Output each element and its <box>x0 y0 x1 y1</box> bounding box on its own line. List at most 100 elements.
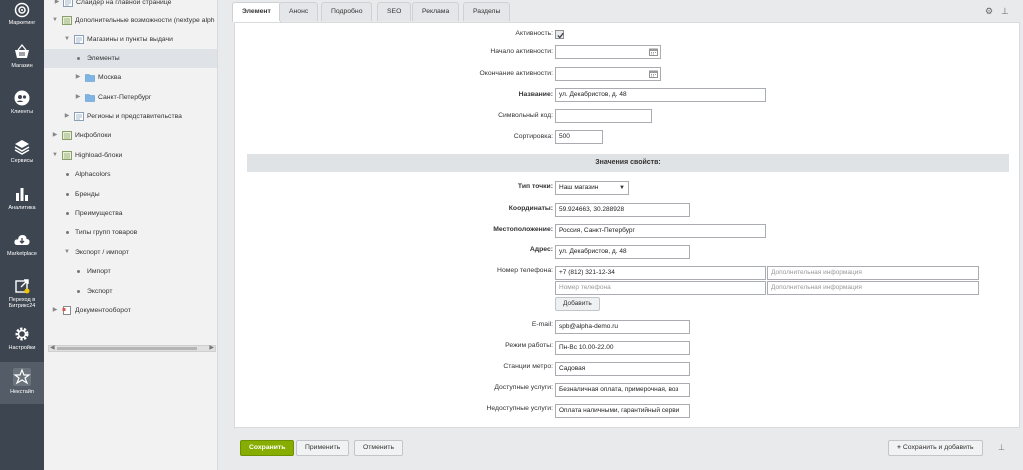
cancel-button[interactable]: Отменить <box>354 440 404 456</box>
services-input[interactable]: Безналичная оплата, примерочная, воз <box>555 383 690 397</box>
scrollbar-thumb[interactable] <box>57 347 197 350</box>
code-input[interactable] <box>555 109 652 123</box>
address-input[interactable]: ул. Декабристов, д. 48 <box>555 245 690 259</box>
phone-info-input[interactable]: Дополнительная информация <box>767 266 979 280</box>
tree-item-label: Москва <box>98 74 122 81</box>
calendar-icon[interactable] <box>649 70 658 78</box>
collapse-arrow-icon[interactable]: ▼ <box>63 243 71 262</box>
iblock-tree-panel: ▶ Слайдер на главной странице ▼ Дополнит… <box>44 0 218 470</box>
rail-item-clients[interactable]: Клиенты <box>0 86 44 122</box>
target-icon <box>14 2 30 18</box>
rail-item-bitrix24[interactable]: Переход в Битрикс24 <box>0 274 44 316</box>
hours-input[interactable]: Пн-Вс 10.00-22.00 <box>555 341 690 355</box>
expand-arrow-icon[interactable]: ▶ <box>63 107 71 126</box>
name-input[interactable]: ул. Декабристов, д. 48 <box>555 88 766 102</box>
address-value: ул. Декабристов, д. 48 <box>559 248 627 255</box>
rail-label: Аналитика <box>8 205 36 211</box>
rail-label: Магазин <box>11 63 33 69</box>
expand-arrow-icon[interactable]: ▶ <box>74 68 82 87</box>
rail-item-analytics[interactable]: Аналитика <box>0 182 44 218</box>
tree-item-moscow[interactable]: ▶ Москва <box>44 68 217 87</box>
bullet-icon <box>77 290 80 293</box>
tree-item-advantages[interactable]: Преимущества <box>44 204 217 223</box>
code-label: Символьный код: <box>498 112 553 119</box>
tab-sections[interactable]: Разделы <box>463 2 511 21</box>
add-phone-button[interactable]: Добавить <box>555 297 600 311</box>
save-and-add-button[interactable]: + Сохранить и добавить <box>888 440 983 456</box>
plus-icon: + <box>897 444 901 451</box>
active-checkbox[interactable] <box>555 30 564 39</box>
phone-input[interactable]: +7 (812) 321-12-34 <box>555 266 766 280</box>
settings-gear-icon[interactable]: ⚙ <box>985 6 993 17</box>
apply-label: Применить <box>305 444 341 451</box>
sort-input[interactable]: 500 <box>555 130 603 144</box>
expand-arrow-icon[interactable]: ▶ <box>74 88 82 107</box>
clients-icon <box>14 90 30 106</box>
tree-item-elements[interactable]: Элементы <box>44 49 217 68</box>
tree-horizontal-scrollbar[interactable]: ◀ ▶ <box>48 345 216 352</box>
start-date-input[interactable] <box>555 45 661 59</box>
calendar-icon[interactable] <box>649 48 658 56</box>
email-input[interactable]: spb@alpha-demo.ru <box>555 320 690 334</box>
tree-item-export-import[interactable]: ▼ Экспорт / импорт <box>44 243 217 262</box>
end-date-input[interactable] <box>555 67 661 81</box>
tree-item-import[interactable]: Импорт <box>44 262 217 281</box>
tree-item-extra-features[interactable]: ▼ Дополнительные возможности (nextype al… <box>44 11 217 30</box>
metro-input[interactable]: Садовая <box>555 362 690 376</box>
tab-details[interactable]: Подробно <box>321 2 373 21</box>
phone-value: +7 (812) 321-12-34 <box>559 269 615 276</box>
phone-info-input-2[interactable]: Дополнительная информация <box>767 281 979 295</box>
rail-item-marketplace[interactable]: Marketplace <box>0 228 44 264</box>
tree-item-export[interactable]: Экспорт <box>44 282 217 301</box>
tree-item-label: Элементы <box>87 55 120 62</box>
tab-ads[interactable]: Реклама <box>412 2 460 21</box>
bullet-icon <box>66 231 69 234</box>
tree-item-label: Alphacolors <box>75 171 111 178</box>
phone-input-2[interactable]: Номер телефона <box>555 281 766 295</box>
chevron-down-icon: ▼ <box>619 185 625 191</box>
pin-icon[interactable]: ⊥ <box>1001 6 1009 17</box>
expand-arrow-icon[interactable]: ▶ <box>51 301 59 320</box>
rail-item-services[interactable]: Сервисы <box>0 135 44 171</box>
tree-item-documents[interactable]: ▶ Документооборот <box>44 301 217 320</box>
tabs-bar: Элемент Анонс Подробно SEO Реклама Разде… <box>228 0 1023 22</box>
tree-item-regions[interactable]: ▶ Регионы и представительства <box>44 107 217 126</box>
apply-button[interactable]: Применить <box>296 440 350 456</box>
tab-announce[interactable]: Анонс <box>279 2 319 21</box>
rail-item-marketing[interactable]: Маркетинг <box>0 0 44 38</box>
active-label: Активность: <box>515 30 553 37</box>
tree-item-label: Преимущества <box>75 210 123 217</box>
tree-item-infoblocks[interactable]: ▶ Инфоблоки <box>44 126 217 145</box>
rail-item-settings[interactable]: Настройки <box>0 322 44 356</box>
coords-label: Координаты: <box>508 205 553 212</box>
properties-section-header: Значения свойств: <box>247 154 1009 172</box>
tree-item-highload[interactable]: ▼ Highload-блоки <box>44 146 217 165</box>
tree-item-alphacolors[interactable]: Alphacolors <box>44 165 217 184</box>
pin-icon[interactable]: ⊥ <box>998 443 1005 452</box>
collapse-arrow-icon[interactable]: ▼ <box>51 11 59 30</box>
expand-arrow-icon[interactable]: ▶ <box>51 126 59 145</box>
unavailable-input[interactable]: Оплата наличными, гарантийный серви <box>555 404 690 418</box>
coords-input[interactable]: 59.924663, 30.288928 <box>555 203 690 217</box>
scroll-left-icon[interactable]: ◀ <box>50 344 55 351</box>
bullet-icon <box>66 212 69 215</box>
list-icon <box>74 35 84 44</box>
rail-item-nextype[interactable]: Некстайп <box>0 362 44 404</box>
location-input[interactable]: Россия, Санкт-Петербург <box>555 224 766 238</box>
collapse-arrow-icon[interactable]: ▼ <box>63 30 71 49</box>
collapse-arrow-icon[interactable]: ▼ <box>51 146 59 165</box>
tree-item-label: Документооборот <box>75 307 131 314</box>
tree-item-product-group-types[interactable]: Типы групп товаров <box>44 223 217 242</box>
tree-item-stores[interactable]: ▼ Магазины и пункты выдачи <box>44 30 217 49</box>
rail-item-shop[interactable]: Магазин <box>0 40 44 76</box>
folder-icon <box>85 74 95 82</box>
rail-label: Сервисы <box>10 158 34 164</box>
tree-item-spb[interactable]: ▶ Санкт-Петербург <box>44 88 217 107</box>
tree-item-brands[interactable]: Бренды <box>44 185 217 204</box>
point-type-select[interactable]: Наш магазин ▼ <box>555 181 629 195</box>
tab-element[interactable]: Элемент <box>232 2 281 22</box>
name-value: ул. Декабристов, д. 48 <box>559 91 627 98</box>
save-button[interactable]: Сохранить <box>240 440 295 456</box>
scroll-right-icon[interactable]: ▶ <box>209 344 214 351</box>
tab-seo[interactable]: SEO <box>377 2 412 21</box>
